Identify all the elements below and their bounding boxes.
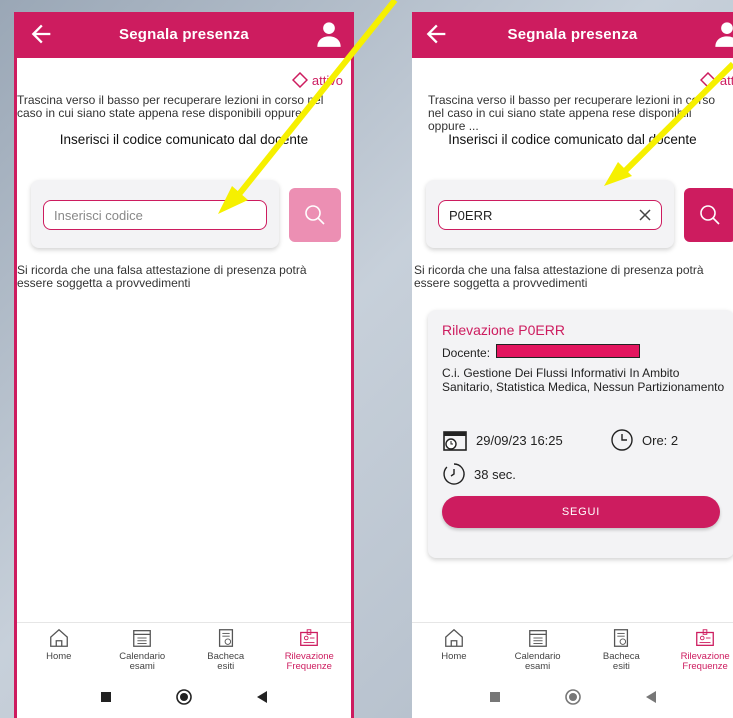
phone-screen-left: Segnala presenza attivo Trascina verso i… <box>14 12 354 718</box>
status-indicator[interactable]: attivo <box>699 72 733 88</box>
nav-label: esami <box>129 661 155 672</box>
code-input-placeholder: Inserisci codice <box>54 207 143 223</box>
nav-label: esiti <box>612 661 630 672</box>
attendance-icon <box>696 629 715 646</box>
code-input[interactable]: P0ERR <box>438 200 662 230</box>
system-navigation-bar <box>17 676 351 718</box>
search-button[interactable] <box>289 188 341 242</box>
nav-item-calendario-esami[interactable]: Calendario esami <box>496 623 580 674</box>
clear-icon[interactable] <box>637 207 653 223</box>
home-circle-icon[interactable] <box>564 688 582 706</box>
status-label: attivo <box>311 72 343 88</box>
calendar-icon <box>528 630 547 647</box>
page-title: Segnala presenza <box>119 26 249 43</box>
top-app-bar: Segnala presenza <box>17 12 351 58</box>
recents-icon[interactable] <box>488 690 502 704</box>
pull-refresh-hint: Trascina verso il basso per recuperare l… <box>428 93 716 133</box>
lesson-datetime: 29/09/23 16:25 <box>442 428 563 452</box>
false-attestation-warning: Si ricorda che una falsa attestazione di… <box>414 263 704 290</box>
home-icon <box>444 628 463 647</box>
clock-icon <box>611 429 633 451</box>
location-target-icon <box>699 72 716 88</box>
course-name: C.i. Gestione Dei Flussi Informativi In … <box>442 366 725 394</box>
user-icon[interactable] <box>315 20 343 48</box>
false-attestation-warning: Si ricorda che una falsa attestazione di… <box>17 263 307 290</box>
follow-button[interactable]: SEGUI <box>442 496 720 528</box>
nav-item-bacheca-esiti[interactable]: Bacheca esiti <box>184 623 268 674</box>
system-navigation-bar <box>412 676 733 718</box>
code-input-card: P0ERR <box>426 180 674 248</box>
recents-icon[interactable] <box>99 690 113 704</box>
top-app-bar: Segnala presenza <box>412 12 733 58</box>
code-heading: Inserisci il codice comunicato dal docen… <box>448 132 697 147</box>
nav-item-calendario-esami[interactable]: Calendario esami <box>101 623 185 674</box>
location-target-icon <box>291 72 308 88</box>
calendar-clock-icon <box>443 431 467 451</box>
nav-item-home[interactable]: Home <box>17 623 101 674</box>
nav-item-bacheca-esiti[interactable]: Bacheca esiti <box>580 623 664 674</box>
code-input-value: P0ERR <box>449 207 493 223</box>
hours-value: Ore: 2 <box>642 432 679 448</box>
back-triangle-icon[interactable] <box>255 690 269 704</box>
nav-item-rilevazione-frequenze[interactable]: Rilevazione Frequenze <box>268 623 352 674</box>
board-icon <box>614 629 629 647</box>
code-input[interactable]: Inserisci codice <box>43 200 267 230</box>
home-circle-icon[interactable] <box>175 688 193 706</box>
search-icon <box>305 205 325 225</box>
redacted-teacher-name <box>496 344 640 358</box>
user-icon[interactable] <box>713 20 733 48</box>
nav-label: Home <box>441 651 467 662</box>
code-heading: Inserisci il codice comunicato dal docen… <box>59 132 309 147</box>
page-title: Segnala presenza <box>507 26 638 43</box>
nav-item-home[interactable]: Home <box>412 623 496 674</box>
countdown: 38 sec. <box>442 462 516 486</box>
status-label: attivo <box>719 72 733 88</box>
nav-label: esiti <box>217 661 235 672</box>
pull-refresh-hint: Trascina verso il basso per recuperare l… <box>17 93 324 120</box>
lesson-result-card: Rilevazione P0ERR Docente: C.i. Gestione… <box>428 310 733 558</box>
nav-label: Home <box>46 651 72 662</box>
timer-icon <box>443 463 465 485</box>
board-icon <box>218 629 233 647</box>
nav-item-rilevazione-frequenze[interactable]: Rilevazione Frequenze <box>663 623 733 674</box>
phone-screen-right: Segnala presenza attivo Trascina verso i… <box>412 12 733 718</box>
code-input-card: Inserisci codice <box>31 180 279 248</box>
nav-label: Frequenze <box>286 661 332 672</box>
calendar-icon <box>133 630 152 647</box>
nav-label: Frequenze <box>682 661 728 672</box>
nav-label: esami <box>524 661 551 672</box>
status-indicator[interactable]: attivo <box>291 72 343 88</box>
home-icon <box>49 628 68 647</box>
attendance-icon <box>300 629 319 646</box>
teacher-label: Docente: <box>442 346 491 360</box>
lesson-title: Rilevazione P0ERR <box>442 322 565 338</box>
bottom-navigation: Home Calendario esami Bacheca esiti Rile… <box>17 622 351 674</box>
back-triangle-icon[interactable] <box>644 690 658 704</box>
datetime-value: 29/09/23 16:25 <box>476 432 563 448</box>
search-button[interactable] <box>684 188 733 242</box>
bottom-navigation: Home Calendario esami Bacheca esiti Rile… <box>412 622 733 674</box>
seconds-value: 38 sec. <box>474 466 516 482</box>
search-icon <box>700 205 720 225</box>
lesson-hours: Ore: 2 <box>610 428 678 452</box>
